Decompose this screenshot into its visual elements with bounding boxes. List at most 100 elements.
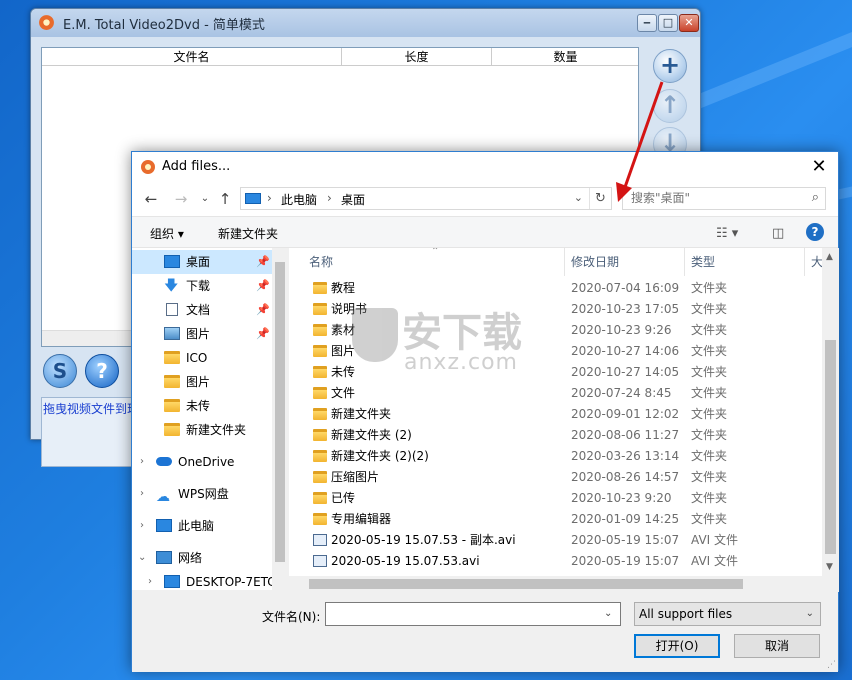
file-row[interactable]: 说明书 2020-10-23 17:05 文件夹 [289,299,822,320]
help-icon[interactable]: ? [806,223,824,241]
dialog-title: Add files... [162,159,231,174]
nav-item-downloads[interactable]: 🡇 下载 📌 [132,274,272,298]
dialog-toolbar: 组织 ▾ 新建文件夹 ☷ ▾ ◫ ? [132,216,838,248]
resize-grip-icon[interactable]: ⋰ [827,660,836,670]
column-header-name[interactable]: 名称 [289,248,565,276]
minimize-button[interactable]: ‒ [637,14,657,32]
up-arrow-icon[interactable]: ↑ [216,190,234,208]
nav-item-label: 图片 [186,327,211,341]
add-file-button[interactable]: + [653,49,687,83]
recent-locations-chevron-icon[interactable]: ⌄ [196,193,214,204]
back-arrow-icon[interactable]: ← [142,190,160,208]
file-type: 文件夹 [691,512,728,526]
collapse-chevron-icon[interactable]: ⌄ [138,546,146,570]
column-header-size[interactable]: 大 [805,248,822,276]
open-button[interactable]: 打开(O) [634,634,720,658]
view-options-icon[interactable]: ☷ ▾ [716,226,738,241]
file-type: 文件夹 [691,491,728,505]
breadcrumb-this-pc[interactable]: 此电脑 [281,191,317,208]
address-bar[interactable]: › 此电脑 › 桌面 ⌄ ↻ [240,187,612,210]
file-row[interactable]: 压缩图片 2020-08-26 14:57 文件夹 [289,467,822,488]
file-list-horizontal-scrollbar[interactable] [289,576,839,592]
cloud-icon: ☁ [156,489,170,505]
nav-item-network[interactable]: ⌄ 网络 [132,546,272,570]
file-row[interactable]: 教程 2020-07-04 16:09 文件夹 [289,278,822,299]
nav-item-ico[interactable]: ICO [132,346,272,370]
column-header-count[interactable]: 数量 [492,48,639,66]
dialog-titlebar[interactable]: Add files... ✕ [132,152,838,182]
nav-item-new-folder[interactable]: 新建文件夹 [132,418,272,442]
file-modified-date: 2020-08-06 11:27 [571,428,680,442]
file-row[interactable]: 素材 2020-10-23 9:26 文件夹 [289,320,822,341]
nav-item-documents[interactable]: 文档 📌 [132,298,272,322]
file-row[interactable]: 新建文件夹 (2) 2020-08-06 11:27 文件夹 [289,425,822,446]
app-titlebar[interactable]: E.M. Total Video2Dvd - 简单模式 ‒ □ ✕ [31,9,700,37]
expand-chevron-icon[interactable]: › [140,482,144,506]
column-header-modified-date[interactable]: 修改日期 [565,248,685,276]
move-up-button[interactable]: ↑ [653,89,687,123]
search-input[interactable] [631,191,801,205]
file-row[interactable]: 新建文件夹 2020-09-01 12:02 文件夹 [289,404,822,425]
file-row[interactable]: 文件 2020-07-24 8:45 文件夹 [289,383,822,404]
nav-item-pictures[interactable]: 图片 📌 [132,322,272,346]
refresh-icon[interactable]: ↻ [589,188,611,209]
scrollbar-thumb[interactable] [825,340,836,554]
preview-pane-icon[interactable]: ◫ [772,226,784,241]
file-row[interactable]: 专用编辑器 2020-01-09 14:25 文件夹 [289,509,822,530]
file-type-filter-select[interactable]: All support files ⌄ [634,602,821,626]
dialog-close-icon[interactable]: ✕ [808,156,830,178]
forward-arrow-icon[interactable]: → [172,190,190,208]
download-icon: 🡇 [164,278,179,294]
navigation-pane[interactable]: 桌面 📌 🡇 下载 📌 文档 📌 图片 📌 ICO 图片 未传 新建文件夹 › … [132,248,288,590]
nav-item-label: OneDrive [178,455,235,469]
scroll-up-icon[interactable]: ▲ [826,252,833,262]
nav-item-desktop-pc[interactable]: › DESKTOP-7ETC [132,570,276,590]
file-list-pane[interactable]: 名称 修改日期 类型 大 ⌃ 教程 2020-07-04 16:09 文件夹 说明书 2… [289,248,822,576]
file-list-vertical-scrollbar[interactable]: ▲ ▼ [822,248,839,576]
file-row[interactable]: 2020-05-19 15.07.53 - 副本.avi 2020-05-19 1… [289,530,822,551]
folder-icon [313,492,327,504]
folder-icon [313,387,327,399]
file-row[interactable]: 已传 2020-10-23 9:20 文件夹 [289,488,822,509]
expand-chevron-icon[interactable]: › [148,570,152,590]
file-row[interactable]: 未传 2020-10-27 14:05 文件夹 [289,362,822,383]
address-dropdown-icon[interactable]: ⌄ [574,191,583,204]
new-folder-button[interactable]: 新建文件夹 [218,225,278,242]
column-header-filename[interactable]: 文件名 [42,48,342,66]
expand-chevron-icon[interactable]: › [140,450,144,474]
nav-item-this-pc[interactable]: › 此电脑 [132,514,272,538]
organize-menu[interactable]: 组织 ▾ [150,225,184,242]
close-button[interactable]: ✕ [679,14,699,32]
file-type: 文件夹 [691,428,728,442]
filename-dropdown-icon[interactable]: ⌄ [604,608,612,619]
nav-item-unsent[interactable]: 未传 [132,394,272,418]
scrollbar-thumb[interactable] [309,579,743,589]
settings-s-icon[interactable]: S [43,354,77,388]
scrollbar-thumb[interactable] [275,262,285,562]
search-box[interactable]: ⌕ [622,187,826,210]
navigation-pane-scrollbar[interactable] [272,248,288,590]
column-header-type[interactable]: 类型 [685,248,805,276]
maximize-button[interactable]: □ [658,14,678,32]
folder-icon [313,345,327,357]
nav-item-onedrive[interactable]: › OneDrive [132,450,272,474]
cancel-button[interactable]: 取消 [734,634,820,658]
folder-icon [164,375,180,388]
folder-icon [164,423,180,436]
file-row[interactable]: 新建文件夹 (2)(2) 2020-03-26 13:14 文件夹 [289,446,822,467]
file-row[interactable]: 2020-05-19 15.07.53.avi 2020-05-19 15:07 A… [289,551,822,572]
column-header-length[interactable]: 长度 [342,48,492,66]
filename-input[interactable] [325,602,621,626]
nav-item-desktop[interactable]: 桌面 📌 [132,250,272,274]
scroll-down-icon[interactable]: ▼ [826,562,833,572]
file-type: 文件夹 [691,281,728,295]
file-modified-date: 2020-05-19 15:07 [571,554,680,568]
help-icon[interactable]: ? [85,354,119,388]
breadcrumb-desktop[interactable]: 桌面 [341,191,365,208]
folder-icon [164,399,180,412]
file-row[interactable]: 图片 2020-10-27 14:06 文件夹 [289,341,822,362]
nav-item-pictures-folder[interactable]: 图片 [132,370,272,394]
nav-item-wps-cloud[interactable]: › ☁ WPS网盘 [132,482,272,506]
expand-chevron-icon[interactable]: › [140,514,144,538]
nav-item-label: 新建文件夹 [186,423,247,437]
